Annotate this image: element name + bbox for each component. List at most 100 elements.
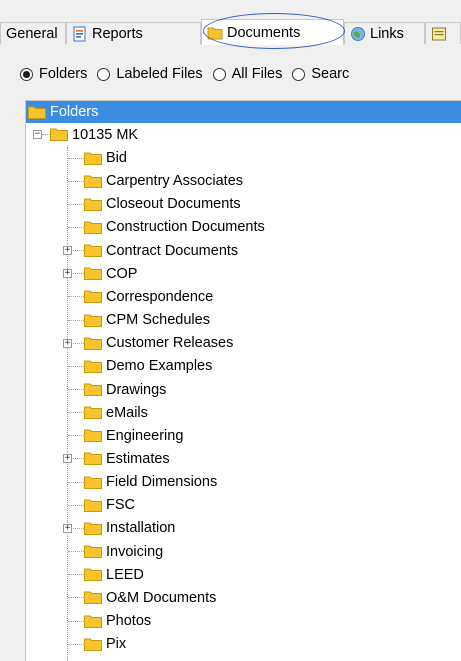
folder-icon (84, 267, 102, 281)
tree-item[interactable]: Carpentry Associates (84, 170, 243, 193)
tree-item[interactable]: COP (84, 262, 137, 285)
tree-item-label: Estimates (106, 450, 170, 467)
tree-item[interactable]: Closeout Documents (84, 193, 241, 216)
tree-item-label: Engineering (106, 427, 184, 444)
tree-connector-line (68, 597, 84, 599)
folder-icon (84, 499, 102, 512)
folder-icon (207, 27, 223, 39)
folder-icon (84, 568, 102, 582)
tree-connector-line (68, 296, 84, 298)
tree-connector-line (68, 157, 84, 159)
radio-button[interactable] (20, 67, 33, 81)
tree-root-node[interactable]: 10135 MK (50, 123, 138, 146)
tree-item[interactable]: Invoicing (84, 540, 163, 563)
radio-label: Searc (311, 66, 350, 82)
tree-item[interactable]: Field Dimensions (84, 471, 217, 494)
tree-connector-line (68, 481, 84, 483)
tree-item[interactable]: Demo Examples (84, 355, 212, 378)
tree-item[interactable]: Estimates (84, 447, 170, 470)
tab-notes[interactable] (425, 22, 461, 44)
tree-connector-line (68, 412, 84, 414)
radio-label: Labeled Files (116, 66, 203, 82)
tree-item-label: eMails (106, 404, 148, 421)
expand-toggle[interactable]: + (63, 246, 72, 256)
folder-icon (84, 476, 102, 489)
folder-icon (84, 198, 102, 211)
tree-item-label: COP (106, 265, 138, 282)
tab-links[interactable]: Links (344, 22, 425, 44)
tree-item-label: Closeout Documents (106, 196, 241, 213)
tree-item[interactable]: Customer Releases (84, 332, 233, 355)
tree-item-label: LEED (106, 566, 144, 583)
expand-toggle[interactable]: + (63, 338, 72, 348)
folder-icon (84, 591, 102, 605)
report-icon (73, 26, 86, 41)
expand-toggle[interactable]: + (63, 269, 72, 279)
tree-item[interactable]: Correspondence (84, 285, 213, 308)
folder-icon (84, 522, 102, 535)
radio-labeled-files[interactable]: Labeled Files (97, 66, 203, 82)
radio-all-files[interactable]: All Files (212, 66, 283, 82)
tab-links-label: Links (370, 25, 404, 42)
tree-connector-line (68, 203, 84, 205)
tab-general-label: General (6, 25, 58, 42)
tree-connector-line (68, 180, 84, 182)
radio-folders[interactable]: Folders (20, 66, 87, 82)
tree-header[interactable]: Folders (26, 101, 461, 123)
folder-icon (84, 452, 102, 466)
tree-item[interactable]: CPM Schedules (84, 309, 210, 332)
expand-toggle[interactable]: + (63, 454, 72, 464)
view-mode-radio-group: Folders Labeled Files All Files Searc (0, 62, 461, 86)
tree-connector-line (68, 435, 84, 437)
tree-item-label: Construction Documents (106, 219, 265, 236)
tree-item[interactable]: eMails (84, 401, 148, 424)
tree-item[interactable]: Photos (84, 610, 151, 633)
radio-button[interactable] (212, 67, 226, 81)
folder-icon (84, 360, 102, 373)
folder-icon (84, 221, 102, 234)
tree-item[interactable]: Drawings (84, 378, 166, 401)
tab-general[interactable]: General (0, 22, 66, 44)
radio-selected-dot (23, 70, 30, 78)
radio-label: All Files (231, 66, 283, 82)
tree-item-label: Customer Releases (106, 335, 234, 352)
tree-connector-line (68, 643, 84, 645)
collapse-toggle[interactable]: − (33, 130, 42, 139)
tree-item[interactable]: O&M Documents (84, 586, 216, 609)
tree-item-label: Pix (106, 636, 127, 653)
folder-icon (84, 244, 102, 258)
tree-item[interactable]: Pix (84, 633, 126, 656)
tree-connector-line (42, 134, 50, 135)
radio-label: Folders (39, 66, 88, 82)
tab-reports[interactable]: Reports (66, 22, 201, 44)
tree-item-label: Installation (106, 520, 176, 537)
tree-item-label: O&M Documents (106, 589, 217, 606)
tree-item[interactable]: Engineering (84, 424, 183, 447)
expand-toggle[interactable]: + (63, 523, 72, 533)
radio-button[interactable] (97, 67, 111, 81)
folder-icon (84, 429, 102, 443)
tree-item-label: Invoicing (106, 543, 164, 560)
tree-header-label: Folders (50, 104, 99, 120)
tree-item[interactable]: FSC (84, 494, 135, 517)
radio-button[interactable] (292, 67, 306, 81)
tree-item[interactable]: LEED (84, 563, 144, 586)
folder-icon (84, 383, 102, 396)
tab-documents[interactable]: Documents (201, 19, 344, 45)
tree-connector-line (68, 226, 84, 228)
tab-strip: General Reports Documents Links (0, 0, 461, 45)
tree-item-label: Bid (106, 150, 127, 166)
tree-item[interactable]: Construction Documents (84, 216, 265, 239)
tree-connector-line (68, 365, 84, 367)
tree-item-label: Demo Examples (106, 358, 213, 375)
tree-item[interactable]: Bid (84, 147, 127, 170)
tree-item[interactable]: Installation (84, 517, 175, 540)
tree-item-label: Contract Documents (106, 242, 239, 259)
folder-icon (84, 175, 102, 188)
tree-connector-line (68, 389, 84, 390)
tree-item[interactable]: Contract Documents (84, 239, 238, 262)
tree-item-label: Photos (106, 613, 152, 629)
tree-item-label: CPM Schedules (106, 312, 210, 329)
radio-search[interactable]: Searc (292, 66, 349, 82)
tree-item-label: Correspondence (106, 288, 214, 305)
